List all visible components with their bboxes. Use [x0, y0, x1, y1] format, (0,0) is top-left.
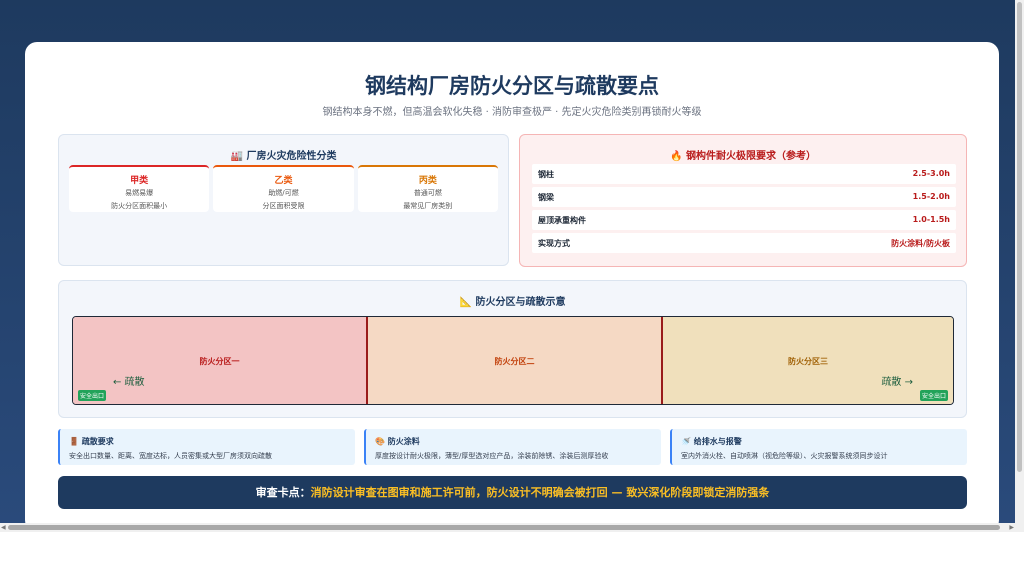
rating-label: 屋顶承重构件: [538, 216, 586, 225]
content-card: 钢结构厂房防火分区与疏散要点 钢结构本身不燃，但高温会软化失稳 · 消防审查极严…: [25, 42, 999, 532]
rating-row: 实现方式 防火涂料/防火板: [532, 233, 956, 253]
rating-value: 1.0-1.5h: [912, 215, 950, 224]
rating-value: 1.5-2.0h: [912, 192, 950, 201]
info-title: 🚪 疏散要求: [69, 437, 114, 446]
hazard-card-jia: 甲类 易燃易爆 防火分区面积最小: [69, 165, 210, 212]
hazard-panel-heading: 🏭 厂房火灾危险性分类: [230, 151, 337, 162]
info-box-water-alarm: 🚿 给排水与报警 室内外消火栓、自动喷淋（视危险等级）、火灾报警系统须同步设计: [670, 429, 967, 465]
vertical-scrollbar[interactable]: [1015, 0, 1024, 532]
info-box-evacuation: 🚪 疏散要求 安全出口数量、距离、宽度达标，人员密集或大型厂房须双向疏散: [58, 429, 355, 465]
scroll-left-arrow-icon[interactable]: ◀: [1, 524, 6, 531]
rating-row: 钢柱 2.5-3.0h: [532, 164, 956, 184]
hazard-desc: 防火分区面积最小: [111, 202, 168, 210]
fire-zone-diagram-panel: 📐 防火分区与疏散示意 防火分区一 ← 疏散 安全出口 防火分区二 防火分区三 …: [58, 280, 967, 418]
zone-label: 防火分区三: [788, 357, 828, 366]
zone-label: 防火分区一: [199, 357, 240, 366]
hazard-classification-panel: 🏭 厂房火灾危险性分类 甲类 易燃易爆 防火分区面积最小 乙类 助燃/可燃 分区…: [58, 134, 509, 266]
rating-label: 钢梁: [538, 193, 554, 202]
info-text: 厚度按设计耐火极限，薄型/厚型选对应产品，涂装前除锈、涂装后测厚验收: [375, 452, 609, 460]
rating-label: 实现方式: [538, 239, 570, 248]
info-title: 🚿 给排水与报警: [681, 437, 742, 446]
hazard-name: 丙类: [418, 176, 437, 186]
page-subtitle: 钢结构本身不燃，但高温会软化失稳 · 消防审查极严 · 先定火灾危险类别再锁耐火…: [322, 107, 702, 118]
info-title: 🎨 防火涂料: [375, 437, 420, 446]
zone-label: 防火分区二: [494, 357, 535, 366]
horizontal-scroll-thumb[interactable]: [8, 525, 1000, 530]
exit-sign-left: 安全出口: [78, 390, 107, 401]
page-bottom-area: [0, 532, 1024, 576]
rating-value: 2.5-3.0h: [912, 169, 950, 178]
zone-panel-heading: 📐 防火分区与疏散示意: [459, 297, 566, 308]
zone-diagram: 防火分区一 ← 疏散 安全出口 防火分区二 防火分区三 疏散 → 安全出口: [72, 316, 954, 405]
hazard-desc: 易燃易爆: [125, 189, 154, 197]
hazard-card-yi: 乙类 助燃/可燃 分区面积受限: [213, 165, 354, 212]
info-box-coating: 🎨 防火涂料 厚度按设计耐火极限，薄型/厚型选对应产品，涂装前除锈、涂装后测厚验…: [364, 429, 661, 465]
rating-panel-heading: 🔥 钢构件耐火极限要求（参考）: [670, 151, 816, 162]
hazard-name: 甲类: [130, 176, 149, 186]
vertical-scroll-thumb[interactable]: [1017, 2, 1022, 472]
rating-value: 防火涂料/防火板: [891, 239, 950, 248]
hazard-desc: 最常见厂房类别: [403, 202, 453, 210]
exit-sign-right: 安全出口: [919, 390, 948, 401]
fire-zone-2: 防火分区二: [366, 317, 661, 404]
fire-rating-panel: 🔥 钢构件耐火极限要求（参考） 钢柱 2.5-3.0h 钢梁 1.5-2.0h …: [519, 134, 967, 267]
info-text: 室内外消火栓、自动喷淋（视危险等级）、火灾报警系统须同步设计: [681, 452, 888, 460]
evacuation-right-label: 疏散 →: [881, 377, 913, 388]
banner-message: 消防设计审查在图审和施工许可前，防火设计不明确会被打回 — 致兴深化阶段即锁定消…: [310, 486, 770, 499]
page-title: 钢结构厂房防火分区与疏散要点: [365, 74, 659, 98]
fire-zone-3: 防火分区三 疏散 → 安全出口: [661, 317, 953, 404]
rating-row: 屋顶承重构件 1.0-1.5h: [532, 210, 956, 230]
rating-row: 钢梁 1.5-2.0h: [532, 187, 956, 207]
fire-zone-1: 防火分区一 ← 疏散 安全出口: [73, 317, 366, 404]
horizontal-scrollbar[interactable]: ◀ ▶: [0, 523, 1015, 532]
rating-label: 钢柱: [538, 170, 554, 179]
hazard-desc: 分区面积受限: [262, 202, 305, 210]
info-text: 安全出口数量、距离、宽度达标，人员密集或大型厂房须双向疏散: [69, 452, 272, 460]
banner-key: 审查卡点：: [255, 486, 311, 499]
review-banner: 审查卡点：消防设计审查在图审和施工许可前，防火设计不明确会被打回 — 致兴深化阶…: [58, 476, 967, 509]
hazard-desc: 助燃/可燃: [268, 189, 299, 197]
hazard-name: 乙类: [274, 176, 293, 186]
scroll-right-arrow-icon[interactable]: ▶: [1009, 524, 1014, 531]
hazard-card-bing: 丙类 普通可燃 最常见厂房类别: [357, 165, 498, 212]
evacuation-left-label: ← 疏散: [113, 377, 145, 388]
hazard-desc: 普通可燃: [413, 189, 442, 197]
